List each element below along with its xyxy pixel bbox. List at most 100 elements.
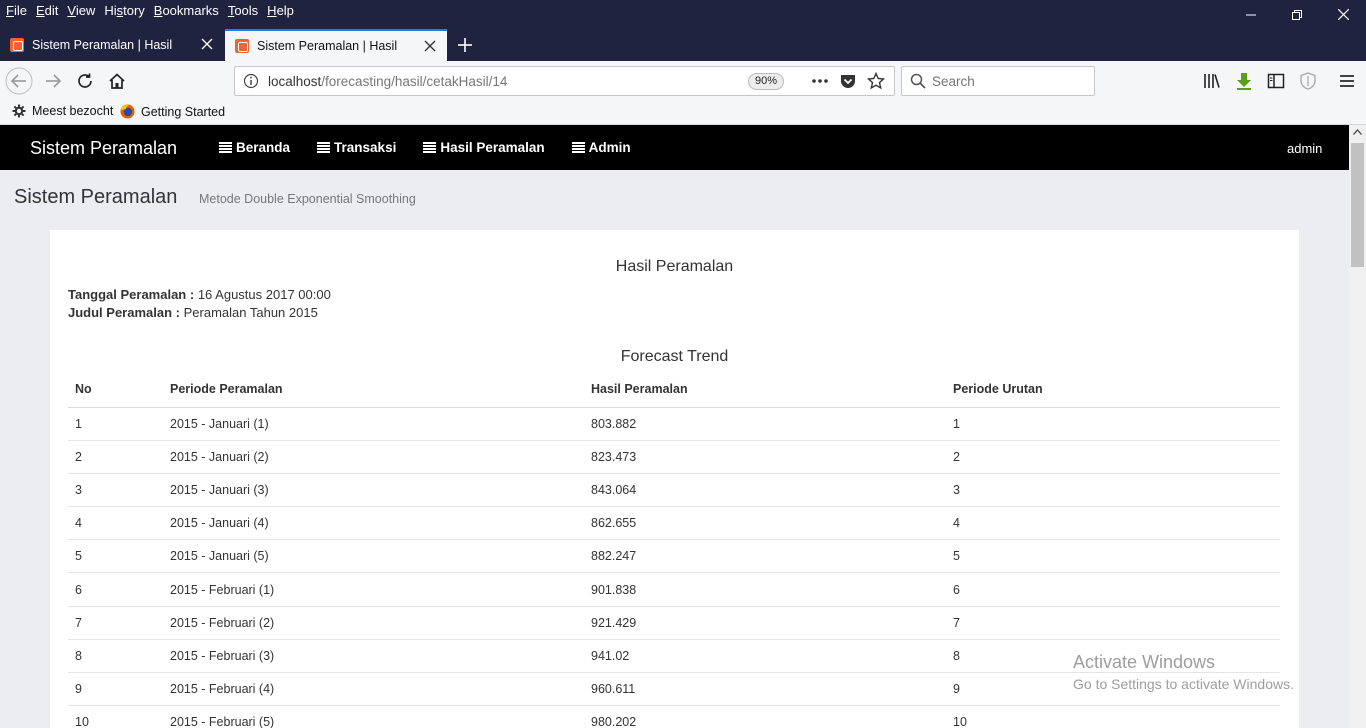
column-header: Periode Urutan	[946, 371, 1280, 408]
menu-tools[interactable]: Tools	[228, 3, 258, 18]
page-viewport: Sistem Peramalan Beranda Transaksi Hasil…	[0, 125, 1349, 728]
table-cell: 1	[68, 407, 163, 441]
table-cell: 803.882	[584, 407, 946, 441]
hamburger-menu-icon[interactable]	[1339, 72, 1355, 90]
menu-view[interactable]: View	[67, 3, 95, 18]
tab-bar: Sistem Peramalan | Hasil Sistem Peramala…	[0, 29, 1366, 61]
table-row: 5 2015 - Januari (5) 882.247 5	[68, 539, 1280, 574]
table-cell: 9	[68, 672, 163, 707]
tab-title: Sistem Peramalan | Hasil	[257, 39, 398, 53]
back-button[interactable]	[5, 67, 33, 95]
scroll-up-arrow-icon[interactable]	[1353, 129, 1362, 135]
nav-beranda[interactable]: Beranda	[219, 140, 290, 155]
page-actions-icon[interactable]	[811, 72, 829, 90]
table-cell: 2015 - Januari (3)	[163, 473, 584, 508]
scrollbar-thumb[interactable]	[1351, 143, 1364, 267]
user-menu[interactable]: admin	[1287, 141, 1322, 156]
table-cell: 7	[68, 606, 163, 640]
minimize-button[interactable]	[1228, 0, 1274, 29]
tab-close-icon[interactable]	[200, 37, 214, 51]
home-button[interactable]	[103, 67, 131, 95]
app-brand[interactable]: Sistem Peramalan	[30, 138, 177, 159]
table-cell: 5	[946, 539, 1280, 574]
menu-file[interactable]: File	[6, 3, 27, 18]
menu-history[interactable]: History	[104, 3, 144, 18]
download-icon[interactable]	[1235, 72, 1253, 90]
table-cell: 8	[946, 639, 1280, 674]
table-cell: 2015 - Februari (5)	[163, 705, 584, 728]
table-row: 4 2015 - Januari (4) 862.655 4	[68, 506, 1280, 541]
table-row: 1 2015 - Januari (1) 803.882 1	[68, 407, 1280, 441]
table-cell: 2015 - Januari (1)	[163, 407, 584, 441]
table-cell: 823.473	[584, 440, 946, 474]
table-header-row: No Periode Peramalan Hasil Peramalan Per…	[68, 371, 1280, 408]
table-cell: 921.429	[584, 606, 946, 640]
table-cell: 6	[946, 572, 1280, 607]
close-window-button[interactable]	[1320, 0, 1366, 29]
table-cell: 8	[68, 639, 163, 674]
nav-label: Transaksi	[334, 140, 397, 155]
list-icon	[317, 142, 331, 153]
page-title: Sistem Peramalan	[14, 186, 178, 208]
table-cell: 9	[946, 672, 1280, 707]
restore-icon	[1292, 9, 1302, 20]
bookmark-star-icon[interactable]	[867, 72, 885, 90]
zoom-level-badge[interactable]: 90%	[748, 73, 785, 90]
url-bar[interactable]: localhost/forecasting/hasil/cetakHasil/1…	[234, 66, 895, 96]
table-cell: 6	[68, 572, 163, 607]
xampp-favicon-icon	[10, 38, 24, 52]
site-info-icon[interactable]	[243, 73, 259, 89]
table-title: Forecast Trend	[620, 348, 729, 365]
bookmarks-toolbar: Meest bezocht Getting Started	[0, 101, 1366, 125]
menu-edit[interactable]: Edit	[36, 3, 58, 18]
table-cell: 843.064	[584, 473, 946, 508]
list-icon	[571, 142, 585, 153]
column-header: Hasil Peramalan	[584, 371, 946, 408]
library-icon[interactable]	[1203, 72, 1221, 90]
forecast-date: Tanggal Peramalan : 16 Agustus 2017 00:0…	[68, 287, 331, 302]
url-host: localhost	[268, 74, 322, 89]
close-icon	[1337, 9, 1349, 20]
url-text[interactable]: localhost/forecasting/hasil/cetakHasil/1…	[268, 74, 507, 89]
table-cell: 5	[68, 539, 163, 574]
table-row: 3 2015 - Januari (3) 843.064 3	[68, 473, 1280, 508]
column-header: Periode Peramalan	[163, 371, 584, 408]
nav-transaksi[interactable]: Transaksi	[317, 140, 396, 155]
home-icon	[109, 73, 125, 89]
bookmark-getting-started[interactable]: Getting Started	[120, 104, 225, 119]
tab-close-icon[interactable]	[423, 39, 437, 53]
app-nav-links: Beranda Transaksi Hasil Peramalan Admin	[219, 140, 658, 155]
url-path: /forecasting/hasil/cetakHasil/14	[321, 74, 508, 89]
shield-extension-icon[interactable]	[1299, 72, 1317, 90]
nav-hasil-peramalan[interactable]: Hasil Peramalan	[423, 140, 545, 155]
search-input[interactable]	[932, 72, 1082, 90]
table-cell: 2015 - Februari (2)	[163, 606, 584, 640]
search-icon	[910, 73, 926, 89]
tab-1[interactable]: Sistem Peramalan | Hasil	[0, 29, 224, 61]
table-cell: 901.838	[584, 572, 946, 607]
new-tab-icon[interactable]	[453, 33, 477, 57]
table-cell: 941.02	[584, 639, 946, 674]
menu-bookmarks[interactable]: Bookmarks	[154, 3, 219, 18]
nav-label: Admin	[588, 140, 631, 155]
table-cell: 882.247	[584, 539, 946, 574]
forecast-judul-value: Peramalan Tahun 2015	[183, 305, 318, 320]
bookmark-meest-bezocht[interactable]: Meest bezocht	[12, 104, 113, 118]
nav-admin[interactable]: Admin	[571, 140, 631, 155]
table-cell: 7	[946, 606, 1280, 640]
gear-icon	[12, 104, 26, 118]
forward-button[interactable]	[39, 67, 67, 95]
tab-2-active[interactable]: Sistem Peramalan | Hasil	[225, 29, 447, 61]
bookmark-label: Getting Started	[141, 104, 226, 119]
page-scrollbar[interactable]	[1349, 125, 1366, 728]
menu-help[interactable]: Help	[267, 3, 294, 18]
sidebar-icon[interactable]	[1267, 72, 1285, 90]
pocket-icon[interactable]	[839, 72, 857, 90]
restore-button[interactable]	[1274, 0, 1320, 29]
table-cell: 2	[68, 440, 163, 474]
table-row: 9 2015 - Februari (4) 960.611 9	[68, 672, 1280, 707]
reload-button[interactable]	[71, 67, 99, 95]
list-icon	[423, 142, 437, 153]
table-cell: 2015 - Januari (2)	[163, 440, 584, 474]
search-bar[interactable]	[901, 66, 1095, 96]
